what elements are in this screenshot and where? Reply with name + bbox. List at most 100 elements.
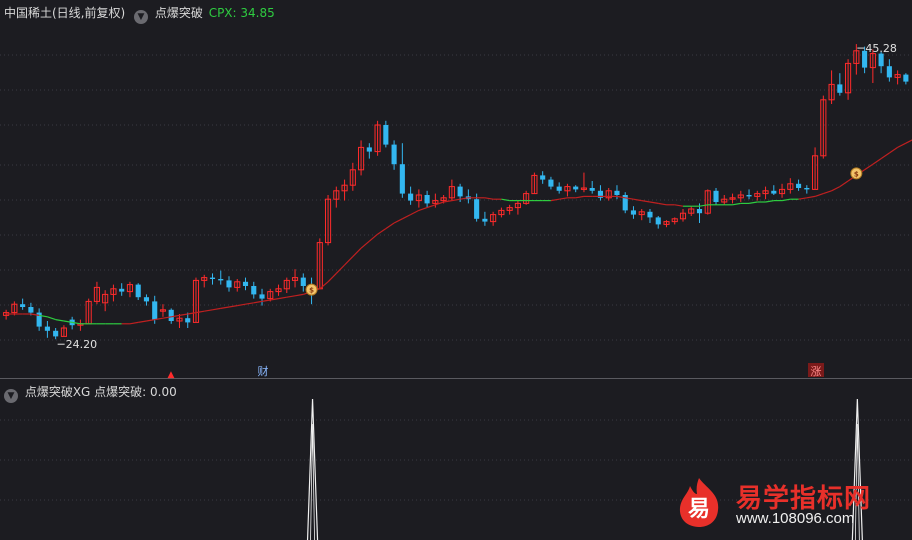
candle-body	[589, 188, 595, 191]
ma-line-segment	[765, 200, 774, 203]
candle-body	[366, 147, 372, 152]
candle-body	[482, 218, 488, 222]
candle-body	[713, 190, 719, 202]
ma-line-segment	[327, 272, 337, 283]
sub-indicator-header: ▼ 点爆突破XG 点爆突破: 0.00	[4, 383, 177, 403]
ma-line-segment	[253, 300, 263, 304]
candle-body	[878, 53, 884, 67]
candle-body	[771, 190, 777, 194]
ma-line-segment	[699, 204, 708, 207]
candle-body	[614, 190, 620, 195]
ma-line-segment	[220, 306, 230, 309]
candle-body	[143, 297, 150, 302]
candle-body	[242, 281, 249, 286]
chevron-down-circle-icon[interactable]: ▼	[134, 10, 149, 24]
candle-body	[474, 199, 480, 219]
candle-body	[119, 288, 125, 292]
cpx-value: CPX: 34.85	[208, 6, 275, 20]
ma-line-segment	[187, 312, 197, 315]
candle-body	[804, 188, 810, 190]
ma-line-segment	[905, 139, 912, 144]
ma-line-segment	[880, 152, 890, 160]
ma-line-segment	[418, 207, 428, 211]
candle-body	[209, 277, 216, 279]
ma-line-segment	[195, 310, 205, 314]
candle-body	[152, 301, 158, 320]
ma-line-segment	[781, 198, 791, 202]
indicator-name: 点爆突破	[154, 6, 203, 20]
candle-body	[457, 186, 463, 197]
ma-line-segment	[575, 195, 585, 199]
ma-line-segment	[261, 299, 271, 302]
ma-line-segment	[47, 316, 56, 321]
ma-line-segment	[897, 142, 907, 148]
ma-line-segment	[129, 321, 139, 325]
ma-line-segment	[138, 320, 147, 323]
candle-body	[399, 164, 405, 194]
ma-line-segment	[179, 313, 188, 316]
ma-line-segment	[748, 201, 758, 204]
ma-line-segment	[732, 202, 741, 206]
ma-line-segment	[245, 302, 254, 305]
ma-line-segment	[368, 233, 378, 242]
candle-body	[383, 125, 389, 145]
ma-line-segment	[649, 201, 659, 204]
ma-line-segment	[228, 305, 238, 308]
candle-body	[408, 193, 414, 201]
ma-line-segment	[823, 190, 832, 195]
ma-line-segment	[294, 293, 304, 297]
ma-line-segment	[377, 228, 387, 235]
candle-body	[886, 66, 892, 78]
ma-line-segment	[402, 214, 411, 220]
ma-line-segment	[674, 204, 684, 207]
candle-body	[135, 284, 141, 298]
candle-body	[20, 304, 26, 307]
candle-body	[746, 195, 752, 197]
candle-body	[44, 326, 50, 331]
ma-line-segment	[278, 296, 287, 300]
ma-line-segment	[335, 264, 345, 274]
ma-line-segment	[426, 204, 436, 209]
candle-body	[696, 209, 703, 214]
ma-line-segment	[385, 222, 395, 230]
candle-body	[556, 186, 562, 191]
site-url: www.108096.com	[736, 510, 855, 527]
ma-line-segment	[501, 198, 510, 202]
ma-line-segment	[831, 186, 841, 192]
ma-line-segment	[806, 195, 816, 199]
candle-body	[630, 210, 637, 215]
ma-line-segment	[451, 198, 461, 202]
sub-indicator-label: 点爆突破XG 点爆突破: 0.00	[24, 385, 177, 399]
coin-glyph: $	[854, 170, 859, 178]
watermark-logo: 易 易学指标网 www.108096.com	[670, 474, 882, 534]
ma-line-segment	[344, 256, 354, 266]
candle-body	[251, 286, 257, 295]
low-price-label: 24.20	[66, 338, 98, 351]
ma-line-segment	[212, 307, 221, 311]
ma-line-segment	[814, 193, 824, 197]
candle-body	[300, 277, 306, 286]
candle-body	[424, 195, 430, 204]
ma-line-segment	[798, 197, 807, 200]
candle-body	[655, 217, 661, 225]
ma-line-segment	[484, 197, 494, 200]
flame-badge-icon: 易	[679, 478, 719, 527]
signal-up-arrow-icon: ▲	[168, 370, 175, 380]
ma-line-segment	[889, 146, 898, 154]
high-price-label: 45.28	[865, 42, 897, 55]
ma-line-segment	[559, 197, 568, 200]
candle-body	[540, 175, 546, 180]
coin-glyph: $	[309, 287, 314, 295]
candle-body	[218, 279, 224, 281]
candle-body	[226, 280, 232, 288]
chart-header: 中国稀土(日线,前复权) ▼ 点爆突破 CPX: 34.85	[4, 4, 277, 24]
candle-body	[185, 318, 191, 323]
candle-body	[573, 186, 579, 190]
signal-cai-label: 财	[258, 364, 269, 378]
candle-body	[903, 74, 909, 82]
ma-line-segment	[319, 281, 329, 290]
ma-line-segment	[839, 180, 849, 188]
chevron-down-circle-icon[interactable]: ▼	[4, 389, 18, 403]
ma-line-segment	[55, 319, 65, 322]
badge-char: 易	[688, 497, 710, 522]
